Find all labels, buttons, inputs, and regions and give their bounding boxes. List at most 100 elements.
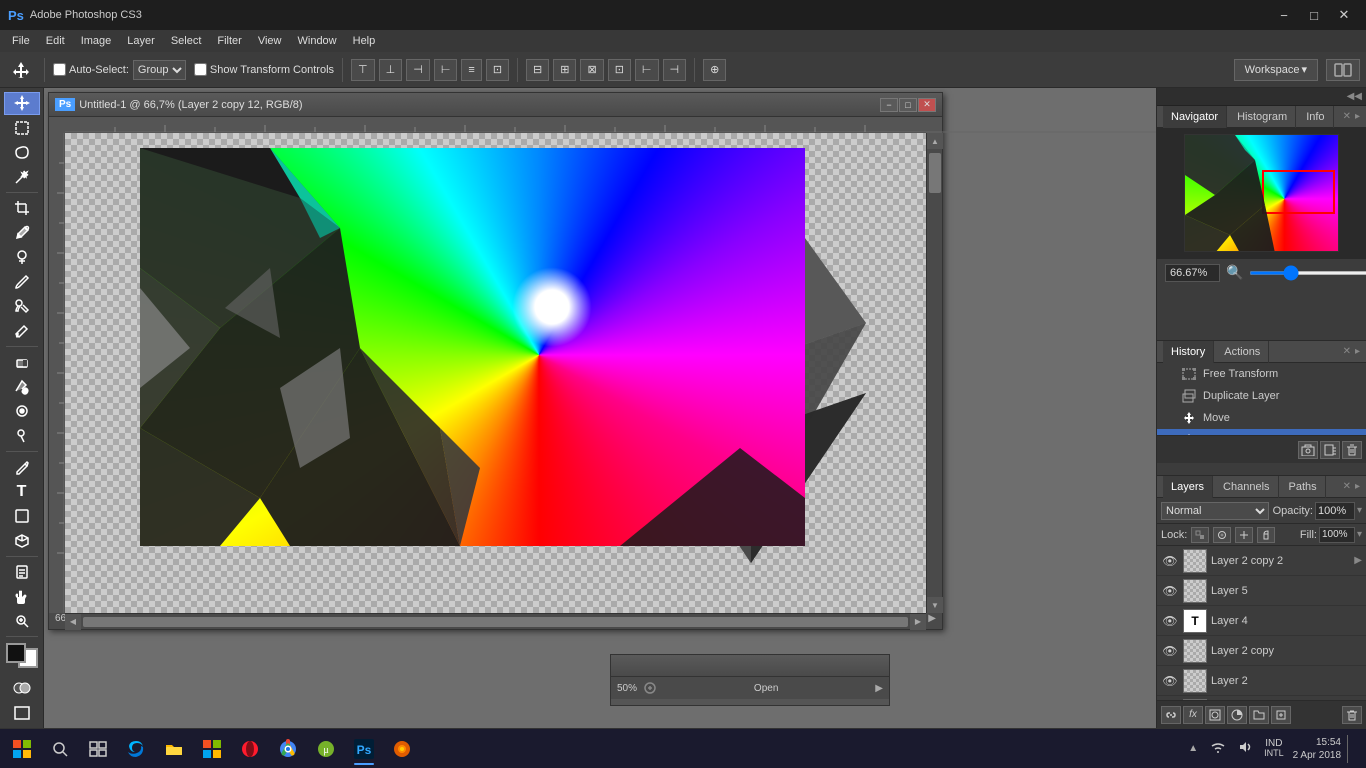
color-swatches[interactable] — [6, 643, 38, 668]
horizontal-scrollbar[interactable]: ◀ ▶ — [65, 613, 926, 629]
distribute-5[interactable]: ⊢ — [635, 59, 659, 81]
align-right[interactable]: ⊡ — [486, 59, 509, 81]
layer-item-layer2copy[interactable]: 👁 Layer 2 copy — [1157, 636, 1366, 666]
3d-tool[interactable] — [4, 529, 40, 552]
layer-vis-layer4[interactable]: 👁 — [1161, 612, 1179, 630]
brush-tool[interactable] — [4, 271, 40, 294]
auto-select-check[interactable]: Auto-Select: — [53, 63, 129, 76]
layer-new-btn[interactable] — [1271, 706, 1291, 724]
scrollbar-thumb-h[interactable] — [83, 617, 908, 627]
menu-window[interactable]: Window — [290, 30, 345, 52]
taskbar-utorrent-btn[interactable]: μ — [308, 731, 344, 767]
menu-help[interactable]: Help — [345, 30, 384, 52]
taskbar-edge-btn[interactable] — [118, 731, 154, 767]
layers-blend-mode[interactable]: Normal Multiply Screen Overlay — [1161, 502, 1269, 520]
history-brush-tool[interactable] — [4, 320, 40, 343]
zoom-decrease-icon[interactable]: 🔍 — [1226, 264, 1243, 281]
history-item-move1[interactable]: Move — [1157, 407, 1366, 429]
show-desktop-btn[interactable] — [1347, 735, 1354, 763]
layer-mask-btn[interactable] — [1205, 706, 1225, 724]
tray-lang-indicator[interactable]: IND INTL — [1261, 736, 1287, 761]
pen-tool[interactable] — [4, 456, 40, 479]
navigator-zoom-slider[interactable] — [1249, 271, 1366, 275]
layer-vis-layer2copy[interactable]: 👁 — [1161, 642, 1179, 660]
align-top-left[interactable]: ⊤ — [351, 59, 375, 81]
taskbar-store-btn[interactable] — [194, 731, 230, 767]
tab-actions[interactable]: Actions — [1216, 341, 1269, 363]
menu-edit[interactable]: Edit — [38, 30, 73, 52]
tab-channels[interactable]: Channels — [1215, 476, 1278, 498]
stamp-tool[interactable] — [4, 295, 40, 318]
foreground-color[interactable] — [6, 643, 26, 663]
tab-info[interactable]: Info — [1298, 106, 1333, 128]
taskbar-search-btn[interactable] — [42, 731, 78, 767]
align-top-right[interactable]: ⊣ — [406, 59, 430, 81]
lock-transparent-btn[interactable] — [1191, 527, 1209, 543]
zoom-tool[interactable] — [4, 610, 40, 633]
tray-expand-btn[interactable]: ▲ — [1185, 741, 1201, 756]
panel-collapse-btn[interactable]: ◀◀ — [1347, 91, 1362, 102]
fill-dropdown-arrow[interactable]: ▾ — [1357, 529, 1362, 540]
notes-tool[interactable] — [4, 561, 40, 584]
distribute-v[interactable]: ⊞ — [553, 59, 576, 81]
taskbar-opera-btn[interactable] — [232, 731, 268, 767]
tab-navigator[interactable]: Navigator — [1163, 106, 1227, 128]
scrollbar-down-arrow[interactable]: ▼ — [927, 597, 943, 613]
magic-wand-tool[interactable] — [4, 166, 40, 189]
menu-filter[interactable]: Filter — [209, 30, 249, 52]
menu-layer[interactable]: Layer — [119, 30, 163, 52]
start-button[interactable] — [4, 731, 40, 767]
scrollbar-up-arrow[interactable]: ▲ — [927, 133, 943, 149]
paint-bucket-tool[interactable] — [4, 375, 40, 398]
taskbar-chrome-btn[interactable] — [270, 731, 306, 767]
doc-close-btn[interactable]: ✕ — [918, 98, 936, 112]
blur-tool[interactable] — [4, 400, 40, 423]
history-delete-btn[interactable] — [1342, 441, 1362, 459]
menu-file[interactable]: File — [4, 30, 38, 52]
lock-position-btn[interactable] — [1235, 527, 1253, 543]
auto-align[interactable]: ⊕ — [703, 59, 726, 81]
move-tool[interactable] — [4, 92, 40, 115]
history-close-icon[interactable]: ✕ — [1343, 346, 1351, 357]
scrollbar-thumb-v[interactable] — [929, 153, 941, 193]
vertical-scrollbar[interactable]: ▲ ▼ — [926, 133, 942, 613]
opacity-dropdown-arrow[interactable]: ▾ — [1357, 505, 1362, 516]
layer-item-layer2copy2[interactable]: 👁 Layer 2 copy 2 ▶ — [1157, 546, 1366, 576]
eraser-tool[interactable] — [4, 351, 40, 374]
layer-vis-layer5[interactable]: 👁 — [1161, 582, 1179, 600]
navigator-zoom-input[interactable] — [1165, 264, 1220, 282]
spot-heal-tool[interactable] — [4, 246, 40, 269]
opacity-input[interactable] — [1315, 502, 1355, 520]
history-item-freetransform[interactable]: Free Transform — [1157, 363, 1366, 385]
tab-histogram[interactable]: Histogram — [1229, 106, 1296, 128]
doc-minimize-btn[interactable]: − — [880, 98, 898, 112]
dodge-tool[interactable] — [4, 425, 40, 448]
workspace-button[interactable]: Workspace ▾ — [1234, 59, 1318, 81]
align-center-v[interactable]: ≡ — [461, 59, 481, 81]
distribute-h[interactable]: ⊟ — [526, 59, 549, 81]
show-transform-checkbox[interactable] — [194, 63, 207, 76]
layer-adjustment-btn[interactable] — [1227, 706, 1247, 724]
move-tool-indicator[interactable] — [6, 59, 36, 81]
history-expand-icon[interactable]: ▸ — [1355, 346, 1360, 357]
layer-fx-btn[interactable]: fx — [1183, 706, 1203, 724]
text-tool[interactable]: T — [4, 480, 40, 503]
distribute-3[interactable]: ⊠ — [580, 59, 603, 81]
layer-expand-layer2copy2[interactable]: ▶ — [1354, 555, 1362, 566]
lock-all-btn[interactable] — [1257, 527, 1275, 543]
taskbar-photoshop-btn[interactable]: Ps — [346, 731, 382, 767]
align-top-center[interactable]: ⊥ — [379, 59, 403, 81]
menu-image[interactable]: Image — [73, 30, 120, 52]
auto-select-dropdown[interactable]: Group Layer — [133, 60, 186, 80]
distribute-6[interactable]: ⊣ — [663, 59, 687, 81]
layer-link-btn[interactable] — [1161, 706, 1181, 724]
close-button[interactable]: ✕ — [1330, 5, 1358, 25]
doc-status-arrow[interactable]: ▶ — [928, 613, 936, 624]
lock-image-btn[interactable] — [1213, 527, 1231, 543]
distribute-4[interactable]: ⊡ — [608, 59, 631, 81]
taskbar-other-btn[interactable] — [384, 731, 420, 767]
show-transform-check[interactable]: Show Transform Controls — [194, 63, 334, 76]
eyedropper-tool[interactable] — [4, 221, 40, 244]
align-left[interactable]: ⊢ — [434, 59, 458, 81]
scrollbar-right-arrow[interactable]: ▶ — [910, 614, 926, 630]
